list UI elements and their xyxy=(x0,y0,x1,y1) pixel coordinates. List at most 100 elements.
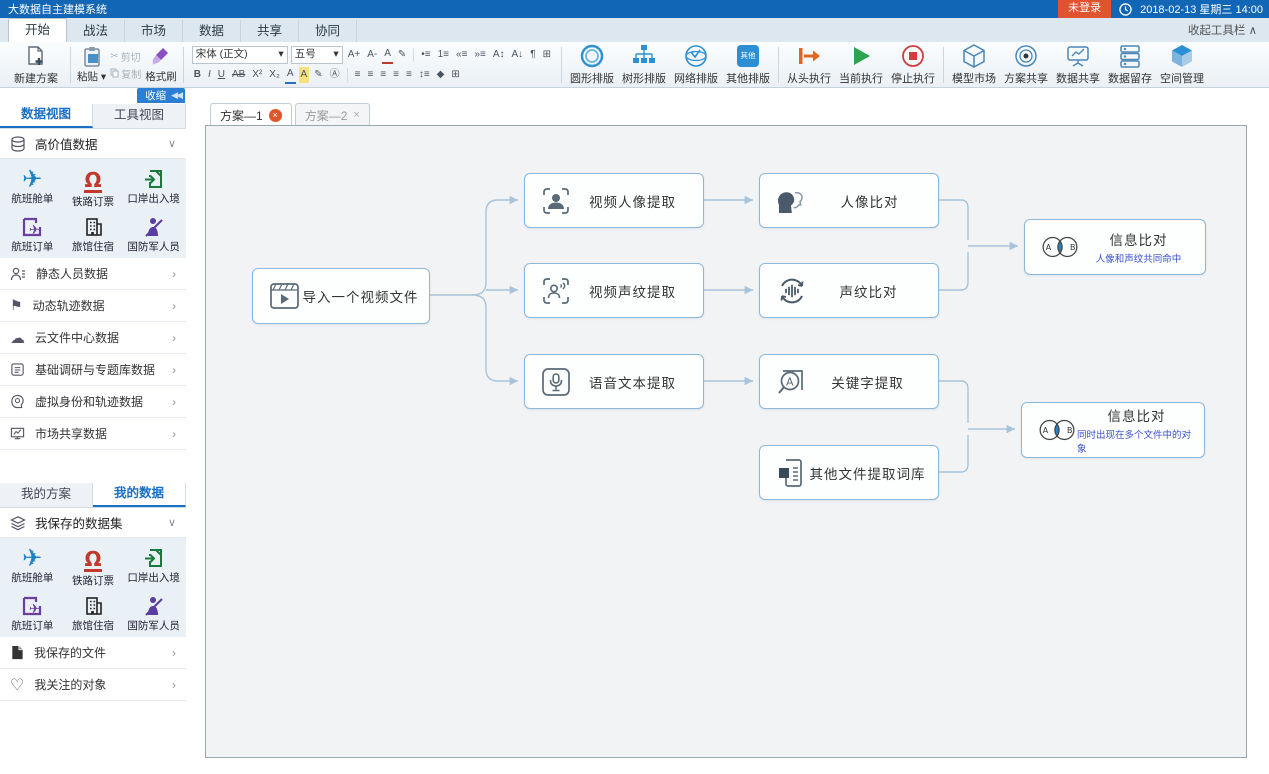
wand-button[interactable]: ✎ xyxy=(396,47,408,63)
tab-data-view[interactable]: 数据视图 xyxy=(0,104,93,128)
enclose-char-button[interactable]: Ⓐ xyxy=(328,67,342,83)
distribute-button[interactable]: ≡ xyxy=(404,67,414,83)
new-plan-button[interactable]: 新建方案 xyxy=(6,44,66,86)
data-share-button[interactable]: 数据共享 xyxy=(1052,44,1104,86)
highlight-button[interactable]: A xyxy=(299,67,310,83)
ribbon-tab-collab[interactable]: 协同 xyxy=(299,20,357,42)
font-size-select[interactable]: 五号▾ xyxy=(291,46,343,64)
change-case-button[interactable]: A↕ xyxy=(491,47,507,63)
network-layout-button[interactable]: 网络排版 xyxy=(670,44,722,86)
indent-button[interactable]: »≡ xyxy=(472,47,487,63)
copy-button[interactable]: 复制 xyxy=(110,66,141,81)
bold-button[interactable]: B xyxy=(192,67,203,83)
shading-fill-button[interactable]: ◆ xyxy=(435,67,447,83)
login-status-badge[interactable]: 未登录 xyxy=(1058,0,1111,18)
italic-button[interactable]: I xyxy=(206,67,213,83)
section-high-value-data[interactable]: 高价值数据 ∨ xyxy=(0,129,186,159)
cut-button[interactable]: ✂剪切 xyxy=(110,49,141,64)
category-static-personnel[interactable]: 静态人员数据› xyxy=(0,258,186,290)
pen-color-button[interactable]: ✎ xyxy=(312,67,324,83)
dataset-flight-order[interactable]: ✈ 航班订单 xyxy=(2,212,63,254)
node-video-face-extract[interactable]: 视频人像提取 xyxy=(524,173,704,228)
category-research-library[interactable]: 基础调研与专题库数据› xyxy=(0,354,186,386)
model-market-button[interactable]: 模型市场 xyxy=(948,44,1000,86)
dataset-military-personnel[interactable]: 国防军人员 xyxy=(123,212,184,254)
run-current-button[interactable]: 当前执行 xyxy=(835,44,887,86)
format-painter-button[interactable]: 格式刷 xyxy=(145,46,177,84)
plan-tab-2[interactable]: 方案—2 × xyxy=(295,103,370,126)
stop-run-button[interactable]: 停止执行 xyxy=(887,44,939,86)
shrink-font-button[interactable]: A- xyxy=(365,47,379,63)
numbered-list-button[interactable]: 1≡ xyxy=(436,47,451,63)
node-video-voiceprint-extract[interactable]: 视频声纹提取 xyxy=(524,263,704,318)
grow-font-button[interactable]: A+ xyxy=(346,47,363,63)
tree-layout-button[interactable]: 树形排版 xyxy=(618,44,670,86)
align-right-button[interactable]: ≡ xyxy=(378,67,388,83)
node-other-files-lexicon[interactable]: 其他文件提取词库 xyxy=(759,445,939,500)
data-retention-button[interactable]: 数据留存 xyxy=(1104,44,1156,86)
outdent-button[interactable]: «≡ xyxy=(454,47,469,63)
ribbon-tab-tactics[interactable]: 战法 xyxy=(67,20,125,42)
node-voiceprint-compare[interactable]: 声纹比对 xyxy=(759,263,939,318)
node-speech-text-extract[interactable]: 语音文本提取 xyxy=(524,354,704,409)
section-my-saved-datasets[interactable]: 我保存的数据集 ∨ xyxy=(0,508,186,538)
dataset-rail-ticket[interactable]: Ω 铁路订票 xyxy=(63,164,124,209)
table-button[interactable]: ⊞ xyxy=(541,47,553,63)
ribbon-tab-data[interactable]: 数据 xyxy=(183,20,241,42)
dataset-border-entry[interactable]: 口岸出入境 xyxy=(123,164,184,209)
font-family-select[interactable]: 宋体 (正文)▾ xyxy=(192,46,288,64)
plan-share-button[interactable]: 方案共享 xyxy=(1000,44,1052,86)
paste-button[interactable]: 粘贴 ▾ xyxy=(77,46,106,84)
ribbon-tab-start[interactable]: 开始 xyxy=(8,18,67,42)
my-followed-objects[interactable]: ♡ 我关注的对象› xyxy=(0,669,186,701)
line-spacing-button[interactable]: ↕≡ xyxy=(417,67,432,83)
category-cloud-files[interactable]: ☁ 云文件中心数据› xyxy=(0,322,186,354)
dataset-flight-order[interactable]: ✈ 航班订单 xyxy=(2,591,63,633)
category-market-shared[interactable]: 市场共享数据› xyxy=(0,418,186,450)
dataset-flight-manifest[interactable]: ✈ 航班舱单 xyxy=(2,164,63,209)
my-saved-files[interactable]: 我保存的文件› xyxy=(0,637,186,669)
tab-my-data[interactable]: 我的数据 xyxy=(93,483,186,507)
space-management-button[interactable]: 空间管理 xyxy=(1156,44,1208,86)
tab-tool-view[interactable]: 工具视图 xyxy=(93,104,186,128)
plan-tab-1[interactable]: 方案—1 × xyxy=(210,103,292,126)
dataset-hotel-stay[interactable]: 旅馆住宿 xyxy=(63,591,124,633)
strikethrough-button[interactable]: AB xyxy=(230,67,247,83)
subscript-button[interactable]: X₂ xyxy=(267,67,282,83)
superscript-button[interactable]: X² xyxy=(250,67,264,83)
sort-button[interactable]: A↓ xyxy=(510,47,526,63)
node-import-video[interactable]: 导入一个视频文件 xyxy=(252,268,430,324)
ribbon-tab-market[interactable]: 市场 xyxy=(125,20,183,42)
dataset-military-personnel[interactable]: 国防军人员 xyxy=(123,591,184,633)
category-virtual-identity[interactable]: 虚拟身份和轨迹数据› xyxy=(0,386,186,418)
sidebar-collapse-button[interactable]: 收缩 ◀◀ xyxy=(137,88,185,103)
category-dynamic-trajectory[interactable]: ⚑ 动态轨迹数据› xyxy=(0,290,186,322)
node-face-compare[interactable]: 人像比对 xyxy=(759,173,939,228)
bullet-list-button[interactable]: •≡ xyxy=(419,47,432,63)
other-layout-button[interactable]: 其他 其他排版 xyxy=(722,44,774,86)
pilcrow-button[interactable]: ¶ xyxy=(528,47,537,63)
align-center-button[interactable]: ≡ xyxy=(365,67,375,83)
dataset-flight-manifest[interactable]: ✈ 航班舱单 xyxy=(2,543,63,588)
node-info-compare-2[interactable]: AB 信息比对 同时出现在多个文件中的对象 xyxy=(1021,402,1205,458)
justify-button[interactable]: ≡ xyxy=(391,67,401,83)
circular-layout-button[interactable]: 圆形排版 xyxy=(566,44,618,86)
align-left-button[interactable]: ≡ xyxy=(353,67,363,83)
dataset-rail-ticket[interactable]: Ω 铁路订票 xyxy=(63,543,124,588)
close-tab-icon[interactable]: × xyxy=(269,109,282,122)
font-color-button[interactable]: A xyxy=(285,66,296,84)
close-tab-icon[interactable]: × xyxy=(353,109,359,121)
underline-button[interactable]: U xyxy=(216,67,227,83)
dropdown-icon: ▾ xyxy=(101,71,106,83)
collapse-toolbar-button[interactable]: 收起工具栏 ∧ xyxy=(1188,22,1269,42)
tab-my-plans[interactable]: 我的方案 xyxy=(0,483,93,507)
dataset-hotel-stay[interactable]: 旅馆住宿 xyxy=(63,212,124,254)
run-from-start-button[interactable]: 从头执行 xyxy=(783,44,835,86)
ribbon-tab-share[interactable]: 共享 xyxy=(241,20,299,42)
dataset-border-entry[interactable]: 口岸出入境 xyxy=(123,543,184,588)
char-shading-button[interactable]: A xyxy=(382,46,393,64)
node-info-compare-1[interactable]: AB 信息比对 人像和声纹共同命中 xyxy=(1024,219,1206,275)
node-keyword-extract[interactable]: A 关键字提取 xyxy=(759,354,939,409)
workflow-canvas[interactable]: 导入一个视频文件 视频人像提取 视频声纹提取 语音文本提取 xyxy=(205,125,1247,758)
borders-button[interactable]: ⊞ xyxy=(449,67,461,83)
